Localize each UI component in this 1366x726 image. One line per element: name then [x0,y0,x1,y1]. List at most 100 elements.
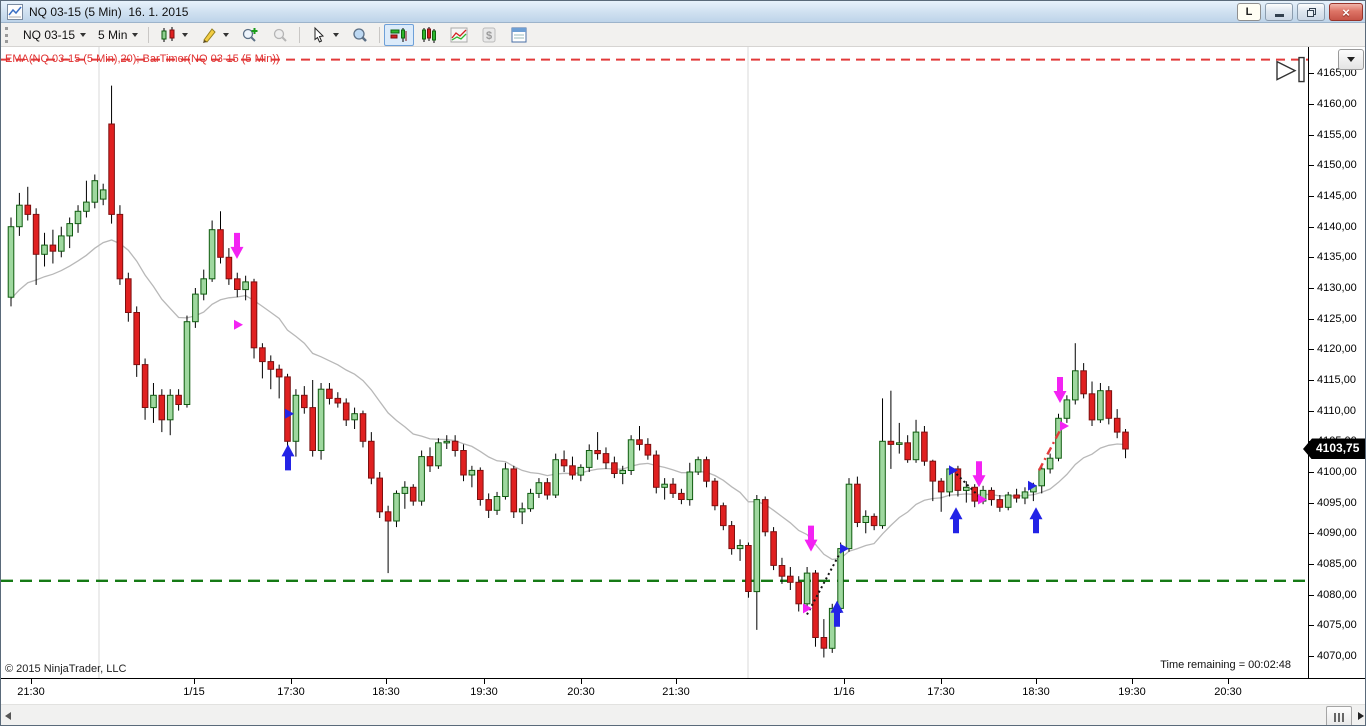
fundamentals-button[interactable]: $ [474,24,504,46]
price-tick [1309,226,1314,228]
svg-text:$: $ [486,30,492,42]
chart-properties-icon [511,27,527,42]
bars-panel-button[interactable] [414,24,444,46]
time-tick-label: 21:30 [662,686,690,698]
time-tick-label: 21:30 [17,686,45,698]
minimize-icon [1274,14,1284,17]
cursor-button[interactable] [304,24,345,46]
time-axis[interactable]: 21:30 1/15 17:30 18:30 19:30 20:30 21:30 1/16 17… [1,678,1365,704]
time-tick-label: 1/16 [833,686,855,698]
zoom-out-button[interactable] [265,24,295,46]
time-tick-label: 17:30 [927,686,955,698]
chevron-down-icon [1347,57,1355,62]
time-tick [941,679,942,684]
toolbar-separator [379,26,381,43]
price-tick [1309,410,1314,412]
price-tick [1309,472,1314,473]
candle-style-icon [161,26,175,42]
cursor-icon [314,26,325,43]
price-tick-label: 4090,00 [1317,527,1357,540]
window-controls: L × [1237,3,1363,21]
price-tick-label: 4120,00 [1317,343,1357,356]
zoom-in-button[interactable] [235,24,265,46]
minimize-button[interactable] [1265,3,1293,21]
zoom-out-icon [274,28,288,42]
last-price-badge: 4103,75 [1303,438,1365,460]
ninjatrader-chart-window: NQ 03-15 (5 Min) 16. 1. 2015 L × NQ 03-1… [0,0,1366,726]
time-tick [581,679,582,684]
instrument-selector[interactable]: NQ 03-15 [17,24,92,46]
trade-connector-lines [806,469,983,616]
price-tick-label: 4110,00 [1317,404,1356,417]
price-tick [1309,73,1314,75]
zoom-in-icon [243,27,258,42]
time-tick-label: 18:30 [372,686,400,698]
close-icon: × [1342,4,1350,20]
time-tick-label: 1/15 [183,686,205,698]
dollar-icon: $ [482,27,496,42]
interval-label: 5 Min [98,27,128,42]
candles-layer [7,85,1129,658]
price-tick [1309,318,1314,320]
price-tick-label: 4085,00 [1317,557,1357,570]
price-tick-label: 4100,00 [1317,466,1357,478]
time-remaining-label: Time remaining = 00:02:48 [1160,659,1291,671]
pencil-icon [203,27,217,43]
chart-properties-button[interactable] [504,24,534,46]
price-tick-label: 4130,00 [1317,282,1357,294]
toolbar-separator [299,26,301,43]
time-tick [1036,679,1037,684]
time-tick-label: 19:30 [470,686,498,698]
time-tick [1228,679,1229,684]
price-tick-label: 4095,00 [1317,496,1357,509]
price-axis[interactable]: 4165,00 4160,00 4155,00 4150,00 4145,00 4140,… [1308,47,1365,678]
bars-panel-icon [422,26,437,43]
price-tick-label: 4150,00 [1317,159,1357,172]
scroll-right-arrow-icon[interactable] [1358,712,1364,720]
candlestick-chart[interactable] [1,47,1308,678]
price-tick [1309,349,1314,351]
data-box-icon [353,27,368,42]
title-bar[interactable]: NQ 03-15 (5 Min) 16. 1. 2015 L × [1,1,1365,23]
candle-style-button[interactable] [153,24,194,46]
time-tick [844,679,845,684]
toolbar-grip[interactable] [5,26,11,43]
price-tick-label: 4160,00 [1317,98,1357,110]
price-tick [1309,533,1314,535]
close-button[interactable]: × [1329,3,1363,21]
interval-selector[interactable]: 5 Min [92,24,144,46]
chevron-down-icon [333,32,340,37]
time-tick [676,679,677,684]
drawing-tools-button[interactable] [194,24,235,46]
restore-button[interactable] [1297,3,1325,21]
scroll-left-arrow-icon[interactable] [5,712,11,720]
price-tick [1309,655,1314,657]
price-tick-label: 4140,00 [1317,220,1357,233]
chart-trader-button[interactable] [384,23,415,46]
price-tick [1309,594,1314,596]
price-tick-label: 4125,00 [1317,312,1357,325]
time-tick-label: 20:30 [567,686,595,698]
window-title: NQ 03-15 (5 Min) 16. 1. 2015 [29,5,189,19]
indicators-button[interactable] [444,24,474,46]
horizontal-scrollbar[interactable] [1,704,1365,725]
bar-timer-marker [1276,56,1305,83]
chevron-down-icon [80,32,87,37]
toolbar-separator [148,26,150,43]
link-button[interactable]: L [1237,3,1261,21]
price-axis-dropdown-button[interactable] [1338,49,1364,70]
scrollbar-thumb[interactable] [1326,706,1352,725]
time-tick-label: 18:30 [1022,686,1050,698]
chevron-down-icon [132,32,139,37]
time-tick [291,679,292,684]
indicators-icon [450,27,468,42]
chart-area[interactable]: EMA(NQ 03-15 (5 Min),20); BarTimer(NQ 03… [1,47,1365,725]
data-box-button[interactable] [345,24,375,46]
price-tick [1309,257,1314,259]
price-tick-label: 4070,00 [1317,649,1357,662]
price-tick [1309,625,1314,627]
time-tick-label: 20:30 [1214,686,1242,698]
price-tick [1309,380,1314,381]
restore-icon [1306,7,1316,17]
price-tick-label: 4115,00 [1317,374,1356,386]
